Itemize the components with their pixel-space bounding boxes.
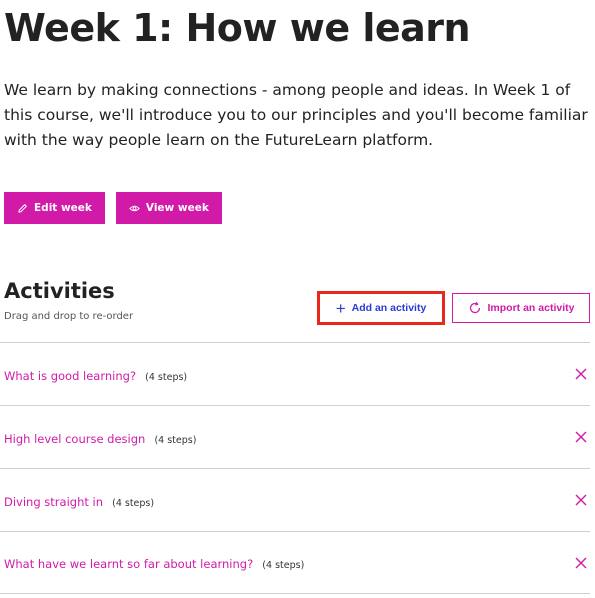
activity-row[interactable]: What is good learning? (4 steps): [0, 342, 590, 405]
activity-list: What is good learning? (4 steps) High le…: [0, 342, 590, 594]
activity-link[interactable]: What is good learning?: [4, 369, 136, 383]
view-week-label: View week: [145, 202, 209, 214]
activity-link[interactable]: High level course design: [4, 432, 145, 446]
activity-steps: (4 steps): [145, 371, 188, 383]
activity-row[interactable]: Diving straight in (4 steps): [0, 468, 590, 531]
close-icon[interactable]: [575, 557, 587, 569]
add-activity-label: Add an activity: [351, 302, 427, 314]
week-intro: We learn by making connections - among p…: [4, 81, 588, 149]
edit-week-label: Edit week: [34, 202, 92, 214]
plus-icon: +: [335, 298, 346, 318]
add-activity-button[interactable]: + Add an activity: [317, 291, 445, 325]
activity-info: What is good learning? (4 steps): [4, 365, 187, 384]
eye-icon: [129, 205, 140, 211]
activity-row[interactable]: What have we learnt so far about learnin…: [0, 531, 590, 594]
import-activity-label: Import an activity: [487, 302, 575, 314]
pencil-icon: [18, 203, 27, 213]
activity-row[interactable]: High level course design (4 steps): [0, 405, 590, 468]
activity-info: What have we learnt so far about learnin…: [4, 553, 304, 572]
close-icon[interactable]: [575, 368, 587, 380]
activity-info: High level course design (4 steps): [4, 428, 196, 447]
activity-steps: (4 steps): [154, 434, 197, 446]
activity-info: Diving straight in (4 steps): [4, 491, 154, 510]
activities-heading: Activities: [4, 279, 115, 303]
activity-link[interactable]: What have we learnt so far about learnin…: [4, 557, 253, 571]
view-week-button[interactable]: View week: [115, 192, 222, 224]
week-actions: Edit week View week: [4, 192, 222, 224]
close-icon[interactable]: [575, 431, 587, 443]
refresh-icon: [469, 301, 480, 314]
import-activity-button[interactable]: Import an activity: [452, 293, 590, 323]
edit-week-button[interactable]: Edit week: [4, 192, 105, 224]
page-title: Week 1: How we learn: [4, 6, 471, 50]
activity-steps: (4 steps): [112, 497, 155, 509]
close-icon[interactable]: [575, 494, 587, 506]
activity-steps: (4 steps): [262, 560, 305, 571]
activities-subtext: Drag and drop to re-order: [4, 311, 134, 322]
activity-link[interactable]: Diving straight in: [4, 495, 103, 509]
